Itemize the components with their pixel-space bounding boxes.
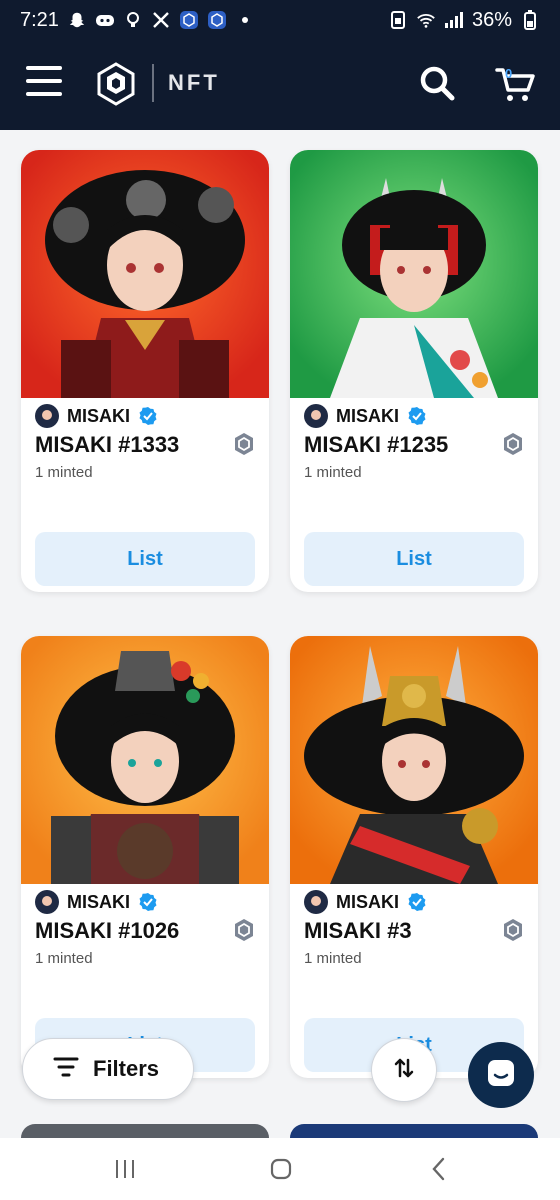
collection-name: MISAKI xyxy=(67,891,130,912)
minted-count: 1 minted xyxy=(35,950,93,967)
sim-icon xyxy=(388,10,408,30)
verified-badge-icon xyxy=(407,892,427,912)
wifi-icon xyxy=(416,10,436,30)
verified-badge-icon xyxy=(407,406,427,426)
battery-icon xyxy=(520,10,540,30)
sort-arrows-icon xyxy=(392,1056,416,1085)
nft-title: MISAKI #1026 xyxy=(35,918,180,943)
list-button[interactable]: List xyxy=(304,532,524,586)
crypto-com-logo-icon[interactable] xyxy=(96,62,136,106)
nft-card[interactable]: MISAKI MISAKI #1026 1 minted List xyxy=(21,636,269,1078)
collection-name: MISAKI xyxy=(67,405,130,426)
chain-icon xyxy=(233,918,255,942)
home-icon[interactable] xyxy=(270,1158,292,1180)
x-icon xyxy=(151,10,171,30)
chain-icon xyxy=(233,432,255,456)
nft-artwork[interactable] xyxy=(21,150,269,398)
header-divider xyxy=(152,64,154,102)
menu-line xyxy=(26,92,62,96)
chain-icon xyxy=(502,432,524,456)
status-left: 7:21 xyxy=(20,9,255,32)
menu-line xyxy=(26,66,62,70)
collection-row[interactable]: MISAKI xyxy=(35,404,158,428)
nft-artwork[interactable] xyxy=(21,636,269,884)
chat-icon xyxy=(486,1058,516,1093)
collection-name: MISAKI xyxy=(336,891,399,912)
cart-icon[interactable] xyxy=(494,64,538,104)
filter-icon xyxy=(53,1056,79,1083)
collection-row[interactable]: MISAKI xyxy=(35,890,158,914)
vpn-icon xyxy=(123,10,143,30)
filters-button[interactable]: Filters xyxy=(22,1038,194,1100)
filters-label: Filters xyxy=(93,1056,160,1081)
discord-icon xyxy=(95,10,115,30)
battery-percent: 36% xyxy=(471,8,512,31)
minted-count: 1 minted xyxy=(304,464,362,481)
status-time: 7:21 xyxy=(20,8,59,31)
nft-title: MISAKI #1333 xyxy=(35,432,180,457)
menu-line xyxy=(26,79,62,83)
nft-card[interactable]: MISAKI MISAKI #3 1 minted List xyxy=(290,636,538,1078)
chat-button[interactable] xyxy=(468,1042,534,1108)
verified-badge-icon xyxy=(138,892,158,912)
cart-count-badge: 0 xyxy=(505,66,513,81)
cronos-icon xyxy=(179,10,199,30)
collection-avatar xyxy=(304,890,328,914)
collection-avatar xyxy=(35,890,59,914)
status-bar: 7:21 36% xyxy=(0,0,560,40)
collection-avatar xyxy=(304,404,328,428)
nft-title: MISAKI #1235 xyxy=(304,432,449,457)
recent-apps-icon[interactable] xyxy=(114,1158,136,1180)
collection-avatar xyxy=(35,404,59,428)
cronos-icon xyxy=(207,10,227,30)
collection-name: MISAKI xyxy=(336,405,399,426)
verified-badge-icon xyxy=(138,406,158,426)
status-right: 36% xyxy=(388,9,540,32)
menu-button[interactable] xyxy=(26,66,62,98)
nft-artwork[interactable] xyxy=(290,150,538,398)
collection-row[interactable]: MISAKI xyxy=(304,890,427,914)
collection-row[interactable]: MISAKI xyxy=(304,404,427,428)
signal-icon xyxy=(444,10,464,30)
chain-icon xyxy=(502,918,524,942)
minted-count: 1 minted xyxy=(35,464,93,481)
back-icon[interactable] xyxy=(428,1156,450,1182)
nft-title: MISAKI #3 xyxy=(304,918,412,943)
app-header: NFT 0 xyxy=(0,40,560,130)
snapchat-icon xyxy=(67,10,87,30)
nft-card[interactable]: MISAKI MISAKI #1235 1 minted List xyxy=(290,150,538,592)
brand-label: NFT xyxy=(168,70,220,95)
nft-artwork[interactable] xyxy=(290,636,538,884)
minted-count: 1 minted xyxy=(304,950,362,967)
search-icon[interactable] xyxy=(418,64,458,104)
list-button[interactable]: List xyxy=(35,532,255,586)
system-nav-bar xyxy=(0,1138,560,1200)
sort-button[interactable] xyxy=(371,1038,437,1102)
nft-card[interactable]: MISAKI MISAKI #1333 1 minted List xyxy=(21,150,269,592)
dot-icon xyxy=(235,10,255,30)
